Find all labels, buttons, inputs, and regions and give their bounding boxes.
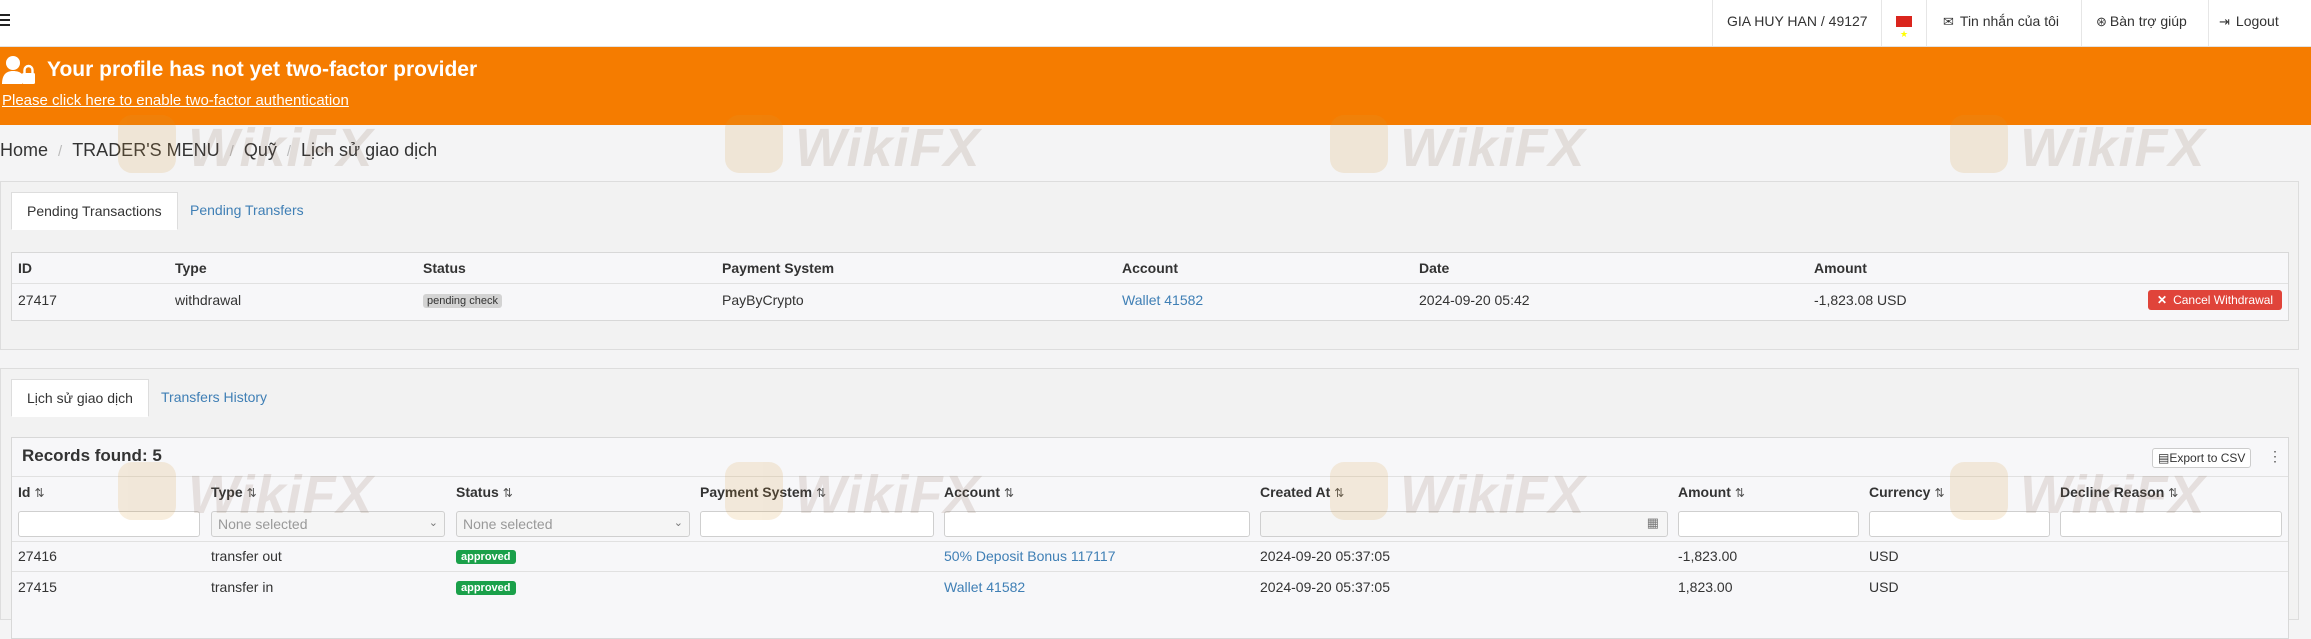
col-id: ID [18, 260, 32, 276]
logout-label: Logout [2235, 13, 2279, 29]
col-type[interactable]: Type ⇅ [211, 484, 257, 500]
breadcrumb-current: Lịch sử giao dịch [301, 140, 438, 160]
export-csv-label: Export to CSV [2169, 451, 2246, 465]
filter-payment-system-input[interactable] [700, 511, 934, 537]
sort-icon: ⇅ [1734, 486, 1745, 500]
filter-account-input[interactable] [944, 511, 1250, 537]
status-badge: pending check [423, 294, 502, 308]
pending-row-payment-system: PayByCrypto [722, 292, 804, 308]
chevron-down-icon: ⌄ [428, 517, 438, 529]
table-row-currency: USD [1869, 548, 1899, 564]
sort-icon: ⇅ [816, 486, 827, 500]
logout-icon: ⇥ [2219, 14, 2230, 29]
language-selector[interactable] [1881, 0, 1926, 55]
file-icon: ▤ [2158, 451, 2170, 465]
sort-icon: ⇅ [502, 486, 513, 500]
help-desk-link[interactable]: ⊛ Bàn trợ giúp [2081, 0, 2208, 46]
more-options-icon[interactable]: ⋮ [2268, 448, 2282, 465]
tab-pending-transactions[interactable]: Pending Transactions [11, 192, 178, 230]
table-row-amount: -1,823.00 [1678, 548, 1738, 564]
tab-pending-transfers[interactable]: Pending Transfers [175, 192, 319, 228]
table-row-currency: USD [1869, 579, 1899, 595]
tab-transfers-history[interactable]: Transfers History [146, 379, 282, 415]
enable-2fa-link[interactable]: Please click here to enable two-factor a… [2, 92, 349, 109]
table-row-id: 27415 [18, 579, 57, 595]
col-created-at[interactable]: Created At ⇅ [1260, 484, 1344, 500]
envelope-icon: ✉ [1943, 14, 1954, 29]
calendar-icon: ▦ [1646, 515, 1659, 530]
cancel-withdrawal-button[interactable]: ✕ Cancel Withdrawal [2148, 290, 2283, 310]
messages-link[interactable]: ✉ Tin nhắn của tôi [1926, 0, 2077, 46]
col-account[interactable]: Account ⇅ [944, 484, 1014, 500]
pending-row-type: withdrawal [175, 292, 242, 308]
breadcrumb-home[interactable]: Home [0, 140, 48, 160]
chevron-down-icon: ⌄ [673, 517, 683, 529]
top-navbar: GIA HUY HAN / 49127 ✉ Tin nhắn của tôi ⊛B… [0, 0, 2311, 55]
filter-amount-input[interactable] [1678, 511, 1859, 537]
table-row-id: 27416 [18, 548, 57, 564]
pending-row-account-link[interactable]: Wallet 41582 [1122, 292, 1203, 308]
vietnam-flag-icon [1896, 13, 1912, 55]
col-status: Status [423, 260, 466, 276]
col-id[interactable]: Id ⇅ [18, 484, 45, 500]
sort-icon: ⇅ [246, 486, 257, 500]
col-payment-system: Payment System [722, 260, 835, 276]
close-icon: ✕ [2157, 293, 2168, 307]
export-csv-button[interactable]: ▤Export to CSV [2152, 448, 2252, 468]
filter-id-input[interactable] [18, 511, 200, 537]
sort-icon: ⇅ [1334, 486, 1345, 500]
col-decline-reason[interactable]: Decline Reason ⇅ [2060, 484, 2178, 500]
table-row-type: transfer out [211, 548, 282, 564]
table-row-type: transfer in [211, 579, 274, 595]
user-label: GIA HUY HAN / 49127 [1727, 13, 1868, 29]
sort-icon: ⇅ [1934, 486, 1945, 500]
history-panel: Lịch sử giao dịch Transfers History Reco… [0, 368, 2299, 639]
filter-decline-reason-input[interactable] [2060, 511, 2282, 537]
table-row-created-at: 2024-09-20 05:37:05 [1260, 548, 1390, 564]
filter-currency-input[interactable] [1869, 511, 2050, 537]
logout-link[interactable]: ⇥ Logout [2208, 0, 2311, 46]
col-amount: Amount [1814, 260, 1867, 276]
filter-status-select[interactable]: None selected ⌄ [456, 511, 690, 537]
table-row-created-at: 2024-09-20 05:37:05 [1260, 579, 1390, 595]
table-row-account-link[interactable]: Wallet 41582 [944, 579, 1025, 595]
col-amount[interactable]: Amount ⇅ [1678, 484, 1745, 500]
pending-row-id: 27417 [18, 292, 57, 308]
cancel-withdrawal-label: Cancel Withdrawal [2173, 293, 2274, 307]
help-label: Bàn trợ giúp [2109, 13, 2187, 29]
sort-icon: ⇅ [2168, 486, 2179, 500]
col-status[interactable]: Status ⇅ [456, 484, 513, 500]
breadcrumb-traders-menu[interactable]: TRADER'S MENU [72, 140, 219, 160]
pending-table: ID Type Status Payment System Account Da… [11, 252, 2289, 321]
col-account: Account [1122, 260, 1178, 276]
col-type: Type [175, 260, 207, 276]
status-badge: approved [456, 550, 516, 564]
tab-transaction-history[interactable]: Lịch sử giao dịch [11, 379, 149, 417]
breadcrumb: Home / TRADER'S MENU / Quỹ / Lịch sử giao dịch [0, 140, 438, 160]
records-count: Records found: 5 [22, 446, 162, 465]
history-table-card: Records found: 5 ▤Export to CSV ⋮ Id ⇅ Ty… [11, 437, 2289, 639]
user-account-menu[interactable]: GIA HUY HAN / 49127 [1712, 0, 1881, 46]
lifebuoy-icon: ⊛ [2096, 14, 2107, 29]
breadcrumb-funds[interactable]: Quỹ [244, 140, 277, 160]
col-currency[interactable]: Currency ⇅ [1869, 484, 1945, 500]
pending-row-date: 2024-09-20 05:42 [1419, 292, 1530, 308]
status-badge: approved [456, 581, 516, 595]
sort-icon: ⇅ [1004, 486, 1015, 500]
filter-created-at-input[interactable]: ▦ [1260, 511, 1668, 537]
hamburger-menu-icon[interactable] [0, 14, 10, 26]
user-lock-icon [2, 56, 35, 84]
alert-title: Your profile has not yet two-factor prov… [47, 58, 478, 81]
two-factor-alert: Your profile has not yet two-factor prov… [0, 47, 2311, 125]
sort-icon: ⇅ [34, 486, 45, 500]
table-row-account-link[interactable]: 50% Deposit Bonus 117117 [944, 548, 1116, 564]
pending-row-amount: -1,823.08 USD [1814, 292, 1907, 308]
messages-label: Tin nhắn của tôi [1959, 13, 2060, 29]
col-date: Date [1419, 260, 1450, 276]
filter-type-select[interactable]: None selected ⌄ [211, 511, 445, 537]
table-row-amount: 1,823.00 [1678, 579, 1733, 595]
pending-panel: Pending Transactions Pending Transfers I… [0, 181, 2299, 350]
col-payment-system[interactable]: Payment System ⇅ [700, 484, 826, 500]
